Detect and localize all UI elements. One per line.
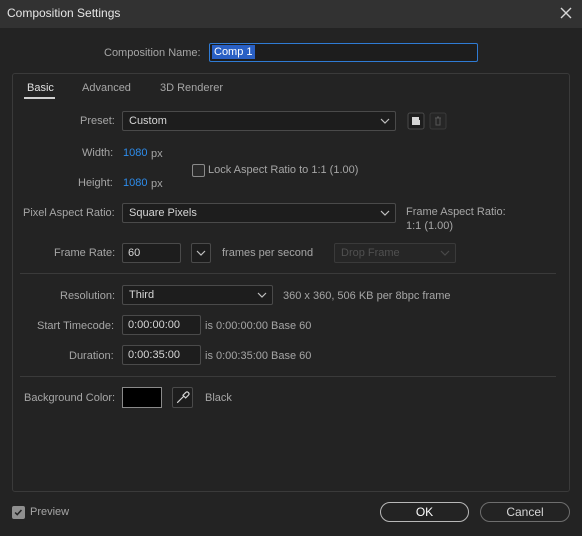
duration-input[interactable]: 0:00:35:00 — [122, 345, 201, 365]
tab-basic[interactable]: Basic — [27, 82, 54, 94]
height-label: Height: — [78, 177, 113, 189]
save-preset-icon[interactable] — [407, 112, 425, 130]
chevron-down-icon — [440, 250, 450, 256]
pixel-aspect-dropdown[interactable]: Square Pixels — [122, 203, 396, 223]
resolution-dropdown[interactable]: Third — [122, 285, 273, 305]
resolution-label: Resolution: — [60, 290, 116, 302]
height-value[interactable]: 1080 — [123, 177, 147, 189]
start-timecode-info: is 0:00:00:00 Base 60 — [205, 320, 312, 332]
chevron-down-icon — [196, 250, 206, 256]
background-color-label: Background Color: — [24, 392, 116, 404]
lock-aspect-checkbox[interactable] — [192, 164, 205, 177]
drop-frame-value: Drop Frame — [341, 247, 400, 259]
duration-label: Duration: — [69, 350, 114, 362]
duration-info: is 0:00:35:00 Base 60 — [205, 350, 312, 362]
duration-value: 0:00:35:00 — [128, 349, 180, 361]
tab-advanced[interactable]: Advanced — [82, 82, 131, 94]
frame-aspect-label: Frame Aspect Ratio: — [406, 206, 506, 218]
background-color-name: Black — [205, 392, 232, 404]
frame-rate-label: Frame Rate: — [54, 247, 116, 259]
chevron-down-icon — [380, 210, 390, 216]
pixel-aspect-label: Pixel Aspect Ratio: — [23, 207, 115, 219]
preview-label: Preview — [30, 506, 70, 518]
active-tab-indicator — [24, 97, 55, 99]
frame-rate-unit: frames per second — [222, 247, 314, 259]
drop-frame-dropdown[interactable]: Drop Frame — [334, 243, 456, 263]
preset-value: Custom — [129, 115, 167, 127]
ok-button[interactable]: OK — [380, 502, 469, 522]
settings-panel — [12, 73, 570, 492]
comp-name-label: Composition Name: — [104, 47, 201, 59]
frame-rate-value: 60 — [128, 247, 141, 259]
preset-dropdown[interactable]: Custom — [122, 111, 396, 131]
comp-name-input[interactable]: Comp 1 — [209, 43, 478, 62]
frame-rate-dropdown[interactable] — [191, 243, 211, 263]
start-timecode-input[interactable]: 0:00:00:00 — [122, 315, 201, 335]
resolution-value: Third — [129, 289, 155, 301]
preset-label: Preset: — [80, 115, 115, 127]
width-label: Width: — [82, 147, 114, 159]
divider — [20, 273, 556, 274]
background-color-swatch[interactable] — [122, 387, 162, 408]
delete-preset-icon[interactable] — [429, 112, 447, 130]
frame-aspect-value: 1:1 (1.00) — [406, 220, 454, 232]
start-timecode-value: 0:00:00:00 — [128, 319, 180, 331]
window-title: Composition Settings — [7, 6, 121, 20]
preview-checkbox[interactable] — [12, 506, 25, 519]
frame-rate-input[interactable]: 60 — [122, 243, 181, 263]
divider — [20, 376, 556, 377]
chevron-down-icon — [257, 292, 267, 298]
width-value[interactable]: 1080 — [123, 147, 147, 159]
start-timecode-label: Start Timecode: — [37, 320, 115, 332]
title-bar: Composition Settings — [0, 0, 582, 28]
height-unit: px — [151, 178, 163, 190]
lock-aspect-label: Lock Aspect Ratio to 1:1 (1.00) — [208, 164, 359, 176]
width-unit: px — [151, 148, 163, 160]
chevron-down-icon — [380, 118, 390, 124]
resolution-info: 360 x 360, 506 KB per 8bpc frame — [283, 290, 451, 302]
checkmark-icon — [14, 509, 23, 516]
pixel-aspect-value: Square Pixels — [129, 207, 197, 219]
cancel-button[interactable]: Cancel — [480, 502, 570, 522]
eyedropper-icon[interactable] — [172, 387, 193, 408]
tab-3d-renderer[interactable]: 3D Renderer — [160, 82, 223, 94]
comp-name-value: Comp 1 — [212, 45, 255, 59]
close-icon[interactable] — [558, 5, 574, 21]
